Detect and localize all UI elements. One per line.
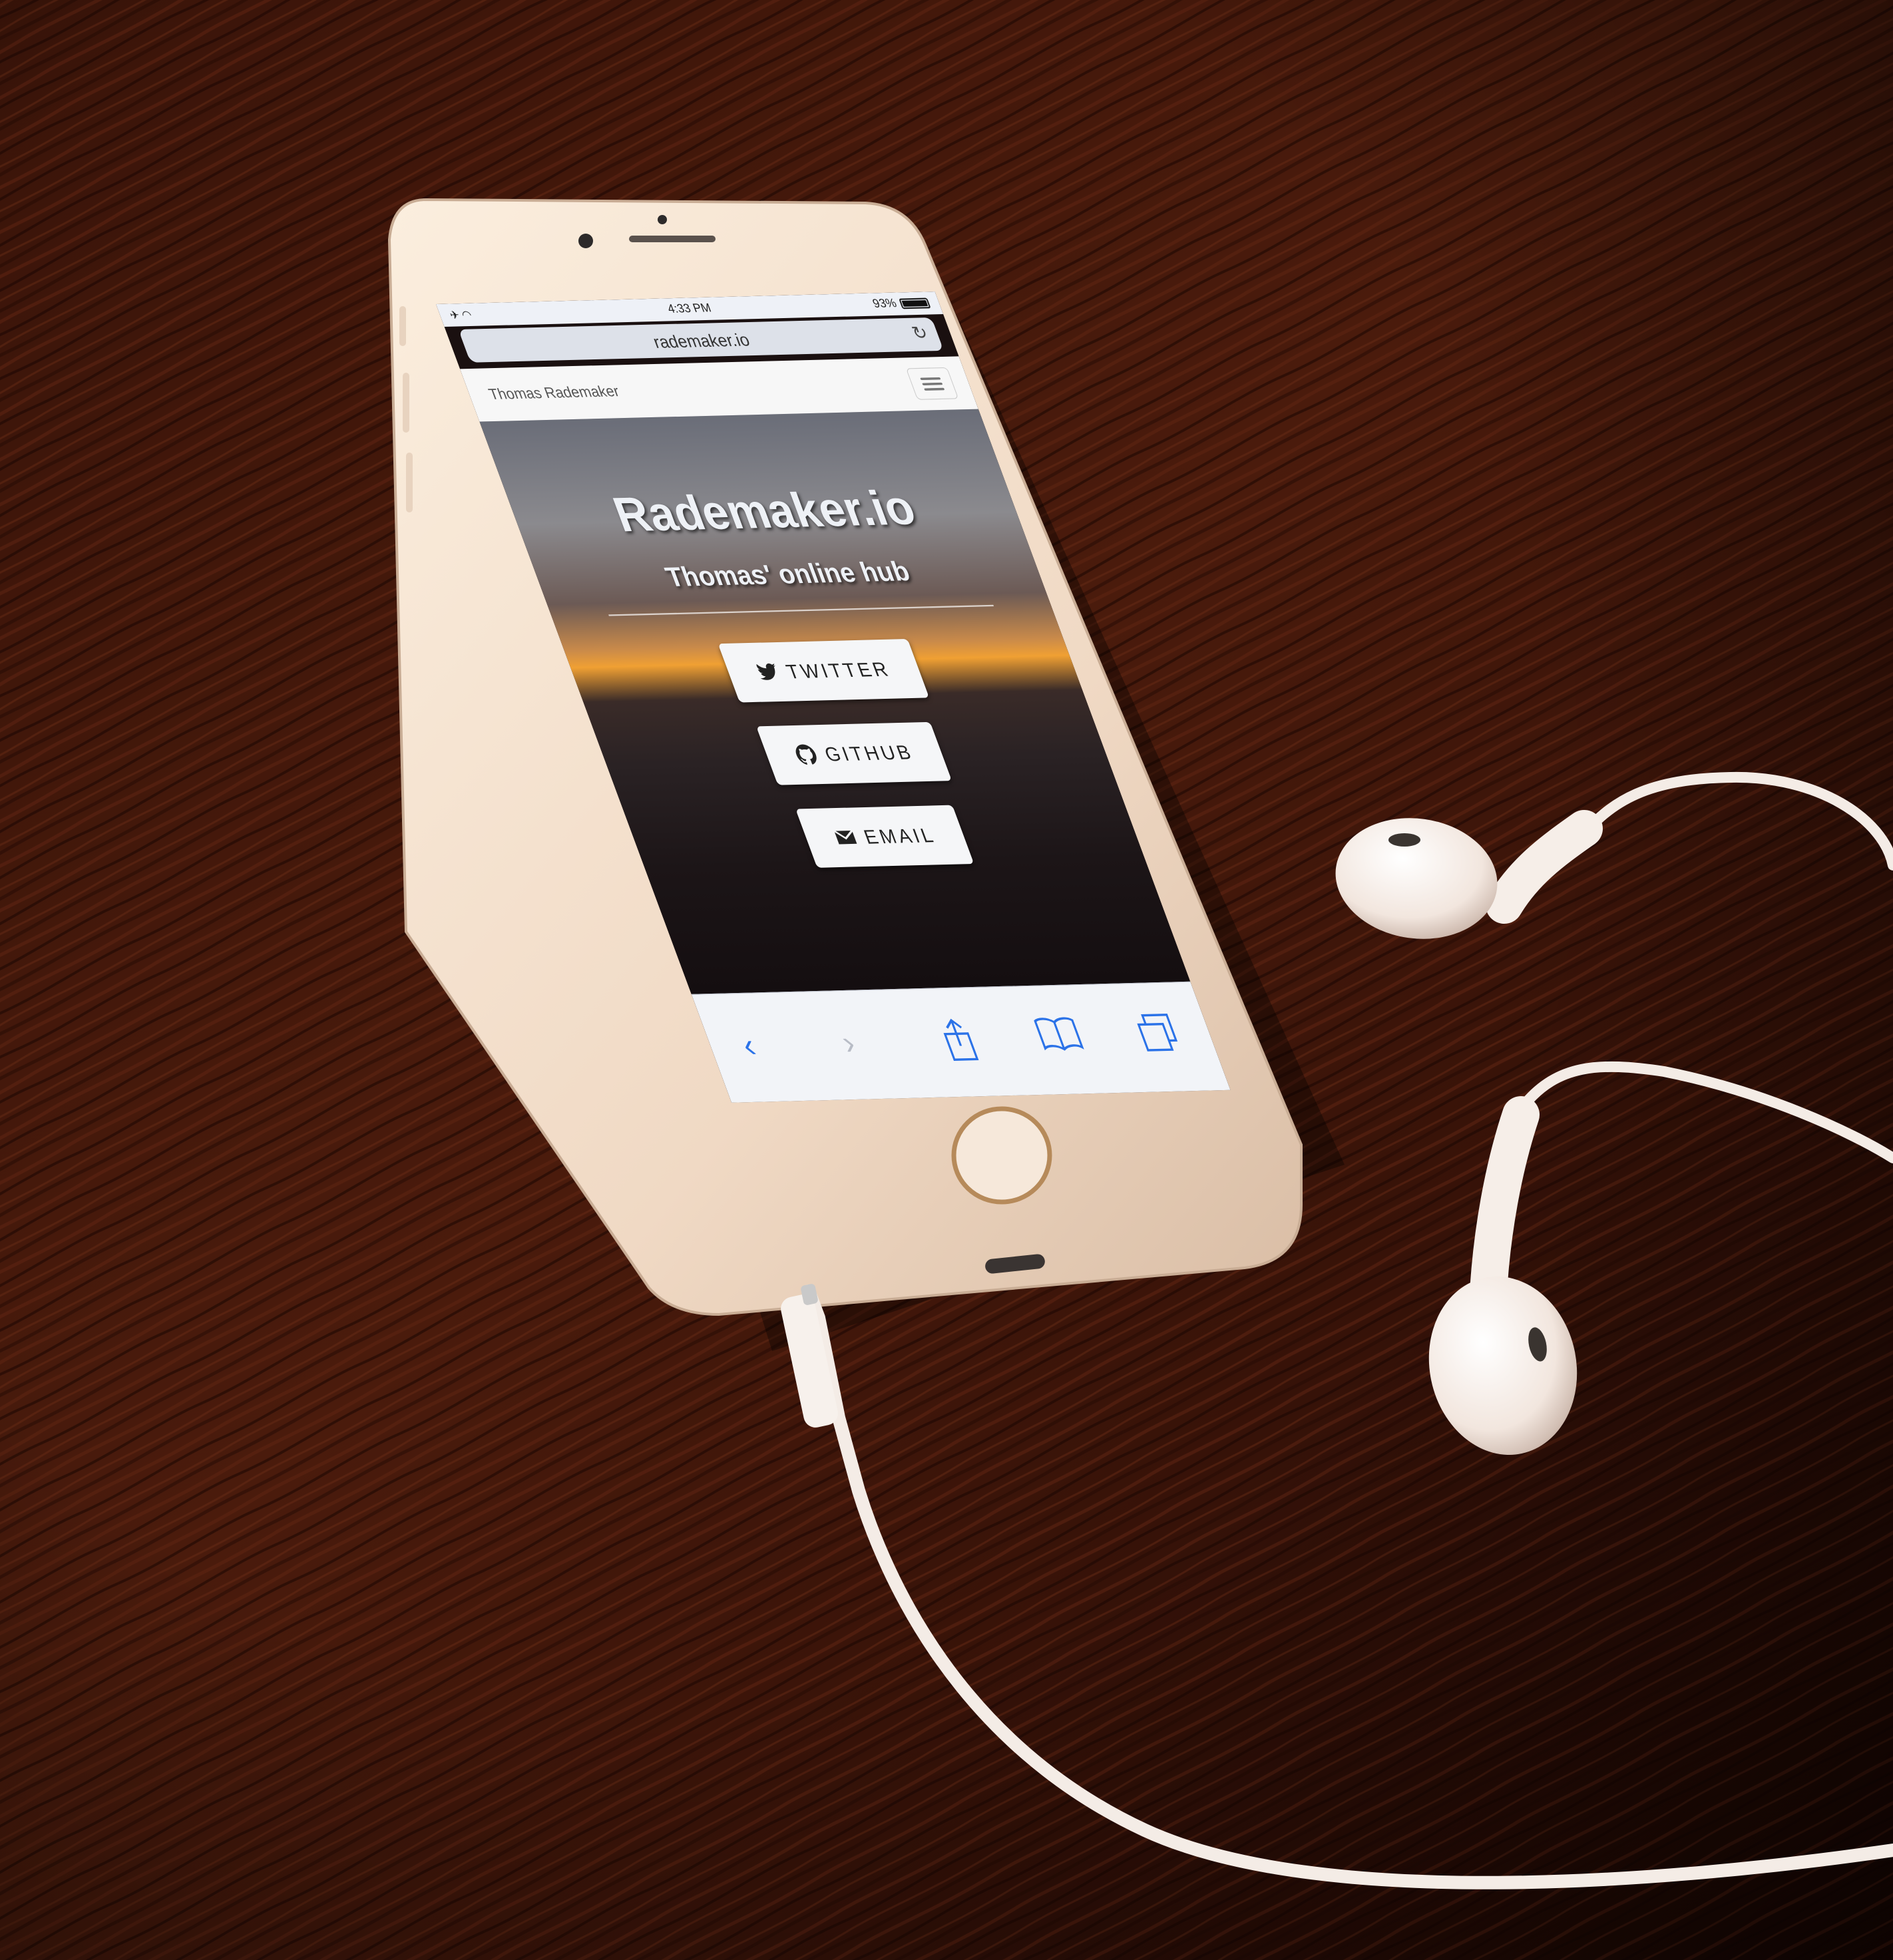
safari-toolbar: ‹ › [691, 981, 1231, 1103]
proximity-sensor [658, 215, 667, 224]
battery-level [901, 299, 929, 307]
github-icon [795, 744, 817, 765]
envelope-icon [833, 830, 857, 845]
chevron-left-icon[interactable]: ‹ [737, 1027, 761, 1065]
volume-button[interactable] [406, 453, 413, 512]
chevron-right-icon[interactable]: › [837, 1024, 861, 1062]
hero-title: Rademaker.io [606, 480, 923, 542]
volume-button[interactable] [399, 306, 406, 346]
home-button[interactable] [951, 1106, 1052, 1205]
site-brand[interactable]: Thomas Rademaker [487, 383, 622, 404]
battery-percent: 93% [871, 297, 899, 311]
hamburger-icon[interactable] [905, 367, 959, 400]
twitter-button[interactable]: TWITTER [718, 639, 929, 703]
volume-button[interactable] [403, 373, 409, 433]
share-icon[interactable] [935, 1017, 982, 1063]
hero-subtitle: Thomas' online hub [661, 555, 915, 593]
email-label: EMAIL [860, 823, 939, 849]
earpiece [629, 236, 716, 242]
github-button[interactable]: GITHUB [756, 721, 952, 785]
email-button[interactable]: EMAIL [795, 805, 974, 868]
twitter-label: TWITTER [783, 658, 894, 684]
earbud-grille [1388, 833, 1420, 847]
github-label: GITHUB [821, 741, 917, 766]
tabs-icon[interactable] [1130, 1012, 1185, 1055]
front-camera [578, 234, 593, 248]
twitter-icon [756, 664, 775, 680]
hero-divider [608, 604, 994, 616]
url-text: rademaker.io [650, 329, 753, 352]
battery-icon [899, 297, 931, 309]
book-icon[interactable] [1030, 1014, 1087, 1053]
